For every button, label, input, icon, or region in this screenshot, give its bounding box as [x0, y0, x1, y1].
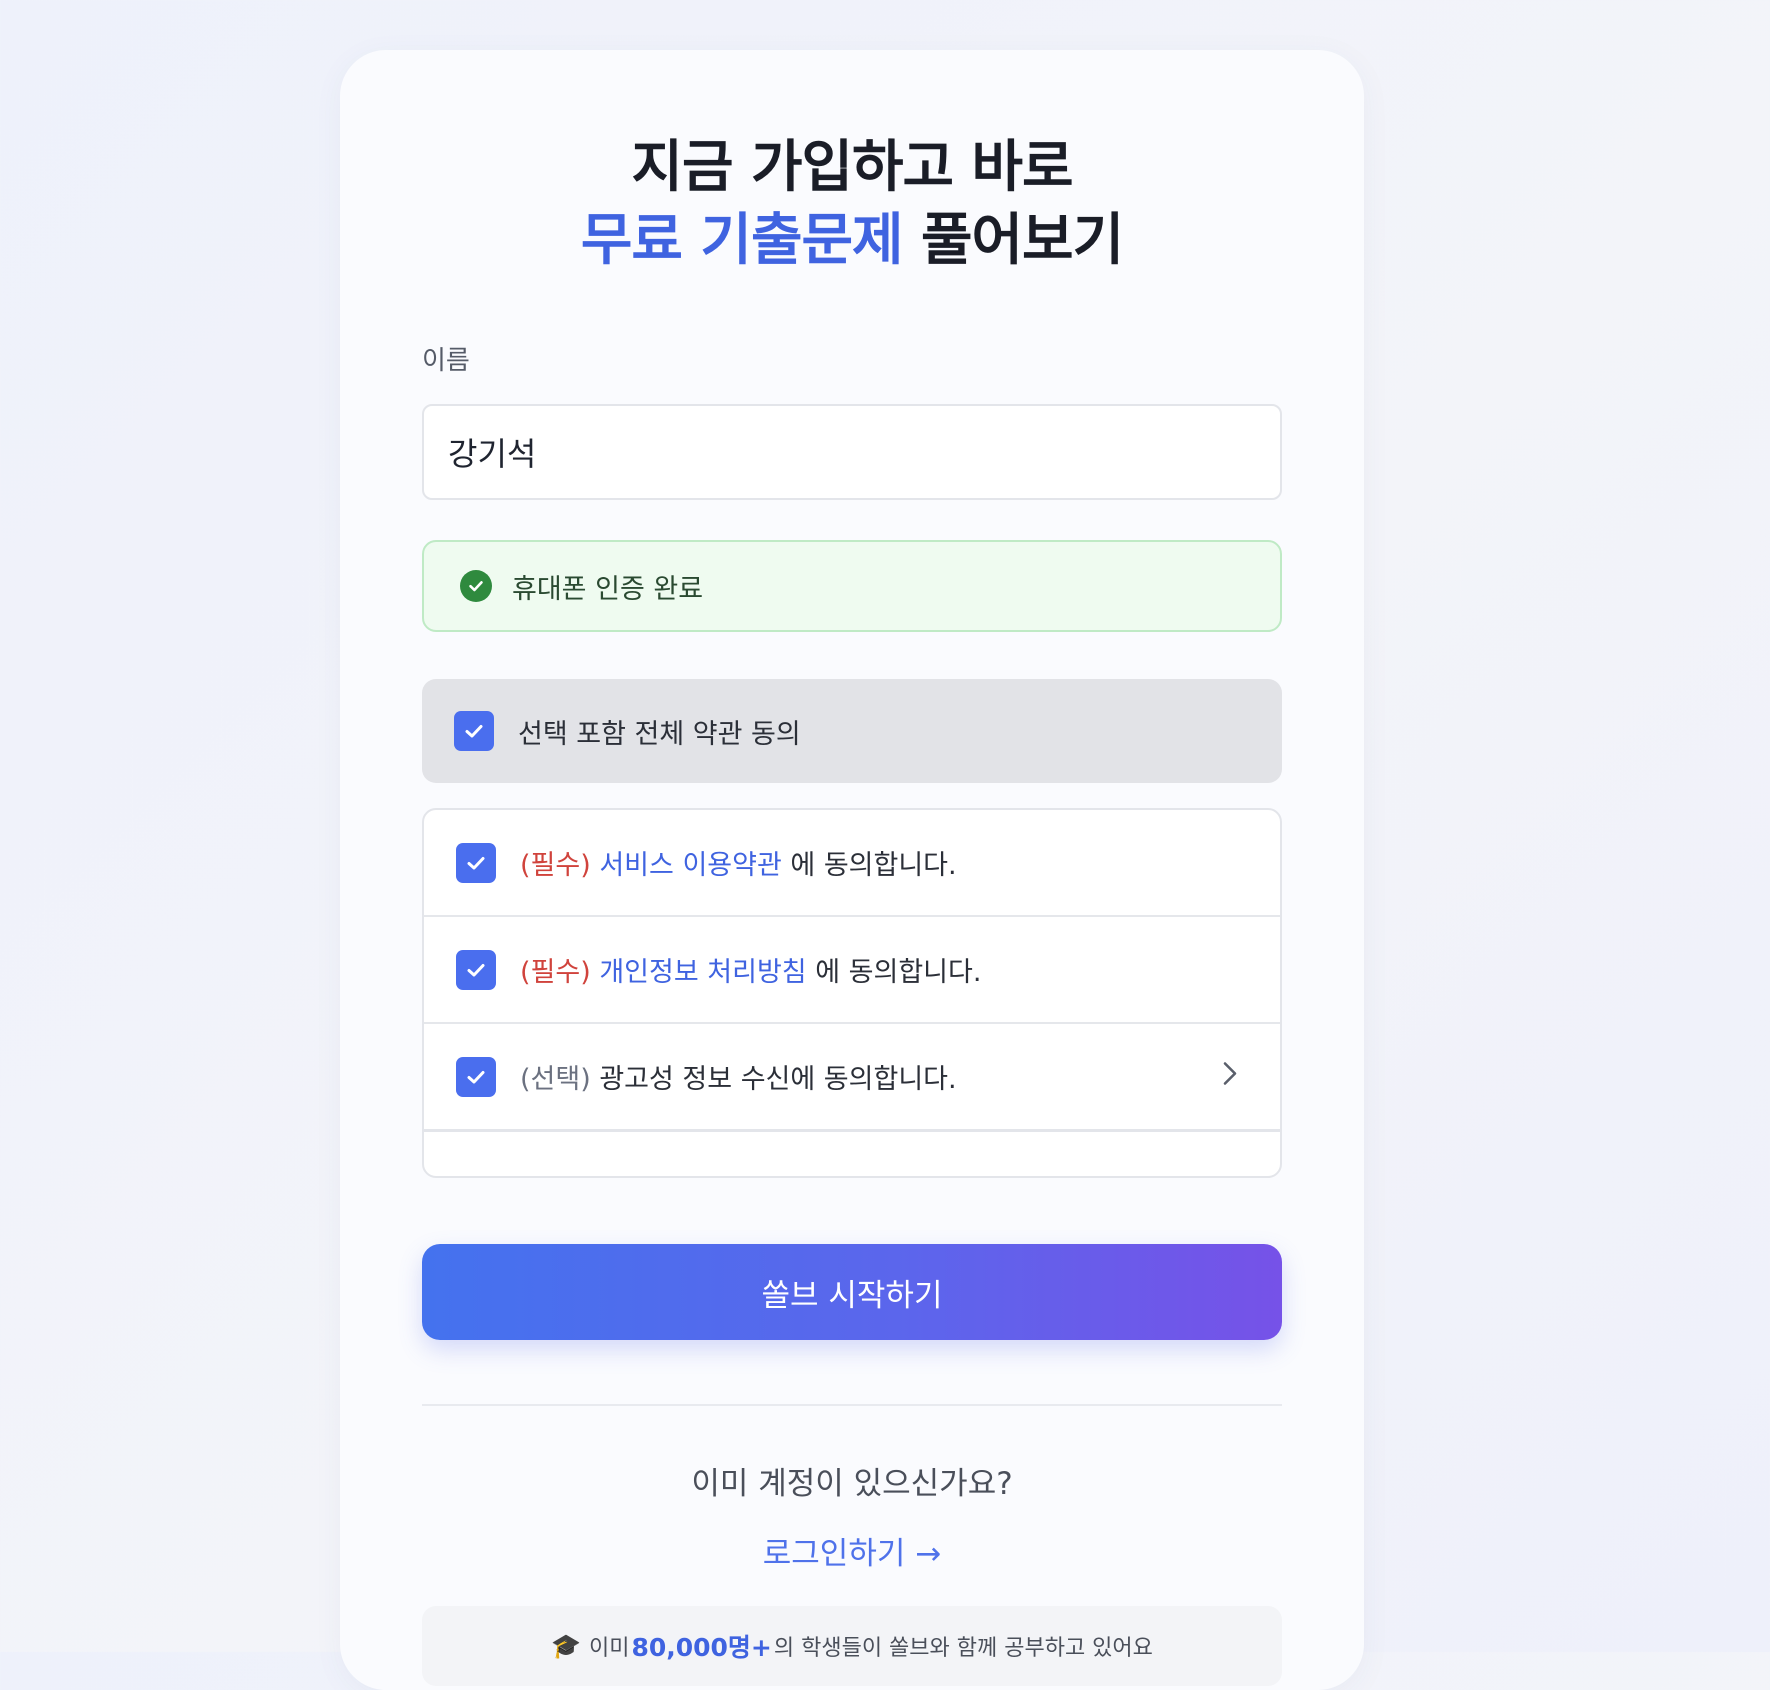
name-label: 이름 — [422, 346, 470, 376]
login-link-row: 로그인하기 → — [340, 1528, 1364, 1573]
user-count: 80,000명+ — [631, 1633, 772, 1662]
terms-marketing-text: 광고성 정보 수신에 동의합니다. — [590, 1064, 957, 1095]
stats-prefix: 이미 — [588, 1636, 630, 1661]
terms-of-service-link[interactable]: 서비스 이용약관 — [599, 850, 781, 881]
terms-service-suffix: 에 동의합니다. — [781, 850, 957, 881]
title-line1-text: 지금 가입하고 바로 — [631, 135, 1073, 200]
start-button[interactable]: 쏠브 시작하기 — [422, 1244, 1282, 1340]
terms-row-service[interactable]: (필수) 서비스 이용약관 에 동의합니다. — [424, 810, 1280, 917]
login-link[interactable]: 로그인하기 → — [763, 1536, 941, 1572]
optional-tag: (선택) — [520, 1064, 591, 1095]
required-tag: (필수) — [520, 957, 591, 988]
login-label: 로그인하기 — [762, 1536, 906, 1572]
check-circle-icon — [460, 570, 492, 602]
terms-marketing-checkbox[interactable] — [456, 1056, 496, 1097]
graduation-cap-icon: 🎓 — [551, 1632, 581, 1660]
agree-all-label: 선택 포함 전체 약관 동의 — [518, 718, 801, 750]
chevron-right-icon[interactable] — [1222, 1059, 1238, 1094]
title-accent-text: 무료 기출문제 — [580, 208, 904, 273]
stats-suffix: 의 학생들이 쏠브와 함께 공부하고 있어요 — [773, 1636, 1153, 1661]
check-icon — [467, 963, 485, 976]
page-title-line2: 무료 기출문제 풀어보기 — [340, 205, 1364, 277]
terms-service-checkbox[interactable] — [456, 842, 496, 883]
terms-privacy-suffix: 에 동의합니다. — [806, 957, 982, 988]
user-count-banner: 🎓 이미 80,000명+ 의 학생들이 쏠브와 함께 공부하고 있어요 — [422, 1606, 1282, 1686]
check-icon — [467, 1070, 485, 1083]
check-icon — [467, 856, 485, 869]
terms-privacy-checkbox[interactable] — [456, 949, 496, 990]
terms-service-label: (필수) 서비스 이용약관 에 동의합니다. — [520, 843, 957, 882]
verification-status-text: 휴대폰 인증 완료 — [512, 573, 704, 605]
check-icon — [465, 725, 483, 738]
agree-all-row[interactable]: 선택 포함 전체 약관 동의 — [422, 679, 1282, 783]
signup-card: 지금 가입하고 바로 무료 기출문제 풀어보기 이름 휴대폰 인증 완료 선택 … — [340, 50, 1364, 1690]
privacy-policy-link[interactable]: 개인정보 처리방침 — [599, 957, 806, 988]
divider — [422, 1404, 1282, 1406]
required-tag: (필수) — [520, 850, 591, 881]
phone-verified-banner: 휴대폰 인증 완료 — [422, 540, 1282, 632]
agree-all-checkbox[interactable] — [454, 711, 494, 751]
arrow-right-icon: → — [915, 1536, 942, 1572]
name-input[interactable] — [422, 404, 1282, 500]
page-title-line1: 지금 가입하고 바로 — [340, 132, 1364, 204]
terms-row-privacy[interactable]: (필수) 개인정보 처리방침 에 동의합니다. — [424, 917, 1280, 1024]
terms-list: (필수) 서비스 이용약관 에 동의합니다. (필수) 개인정보 처리방침 에 … — [422, 808, 1282, 1178]
terms-privacy-label: (필수) 개인정보 처리방침 에 동의합니다. — [520, 950, 981, 989]
terms-row-marketing[interactable]: (선택) 광고성 정보 수신에 동의합니다. — [424, 1024, 1280, 1132]
terms-marketing-label: (선택) 광고성 정보 수신에 동의합니다. — [520, 1057, 957, 1096]
have-account-text: 이미 계정이 있으신가요? — [691, 1466, 1013, 1502]
title-line2-rest: 풀어보기 — [902, 208, 1124, 273]
